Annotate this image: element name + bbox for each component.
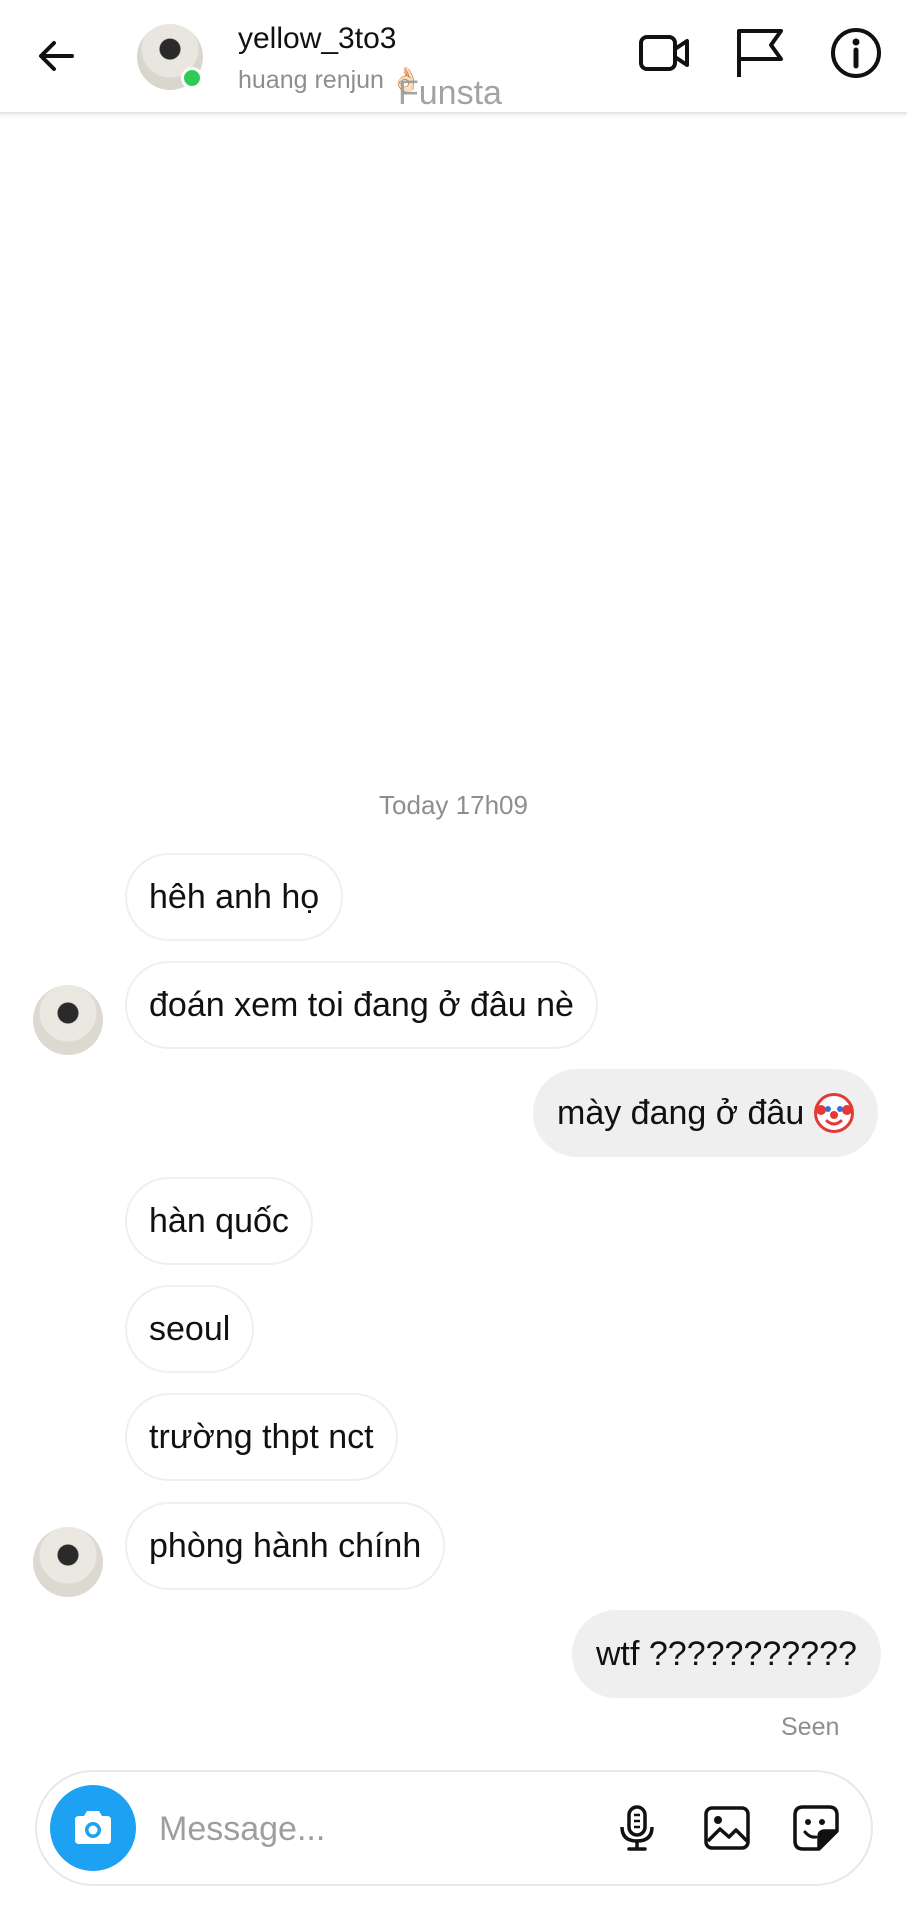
voice-message-button[interactable] bbox=[609, 1800, 665, 1856]
message-bubble-incoming[interactable]: phòng hành chính bbox=[125, 1502, 446, 1590]
message-input[interactable] bbox=[157, 1800, 491, 1858]
message-bubble-incoming[interactable]: trường thpt nct bbox=[125, 1393, 398, 1481]
message-bubble-incoming[interactable]: hàn quốc bbox=[125, 1177, 313, 1265]
sender-avatar[interactable] bbox=[33, 1527, 103, 1597]
message-text: seoul bbox=[149, 1309, 231, 1348]
video-call-icon bbox=[639, 35, 689, 71]
message-bubble-incoming[interactable]: hêh anh họ bbox=[125, 853, 344, 941]
message-text: hêh anh họ bbox=[149, 877, 320, 916]
report-button[interactable] bbox=[730, 24, 788, 82]
message-text: wtf ??????????? bbox=[596, 1634, 857, 1673]
gallery-button[interactable] bbox=[699, 1800, 755, 1856]
message-bubble-incoming[interactable]: seoul bbox=[125, 1285, 255, 1373]
camera-icon bbox=[75, 1811, 111, 1844]
message-text: mày đang ở đâu bbox=[557, 1093, 805, 1132]
sticker-icon bbox=[793, 1805, 839, 1851]
message-text: đoán xem toi đang ở đâu nè bbox=[149, 985, 574, 1024]
camera-button[interactable] bbox=[50, 1785, 136, 1871]
chat-header: yellow_3to3 huang renjun 👌🏻 Funsta bbox=[0, 0, 907, 114]
info-icon bbox=[831, 28, 881, 78]
gallery-icon bbox=[704, 1806, 750, 1850]
microphone-icon bbox=[620, 1805, 654, 1851]
seen-status: Seen bbox=[781, 1713, 840, 1741]
flag-icon bbox=[737, 29, 783, 77]
watermark: Funsta bbox=[398, 74, 502, 112]
message-bubble-outgoing[interactable]: wtf ??????????? bbox=[572, 1610, 881, 1698]
message-text: hàn quốc bbox=[149, 1201, 289, 1240]
info-button[interactable] bbox=[827, 24, 885, 82]
conversation-timestamp: Today 17h09 bbox=[379, 790, 528, 820]
chat-username[interactable]: yellow_3to3 bbox=[238, 22, 396, 56]
back-button[interactable] bbox=[28, 28, 84, 84]
message-composer bbox=[35, 1770, 873, 1886]
sender-avatar[interactable] bbox=[33, 985, 103, 1055]
online-status-dot bbox=[181, 67, 203, 89]
clown-emoji-icon bbox=[814, 1093, 855, 1133]
chat-subtitle: huang renjun 👌🏻 bbox=[238, 66, 423, 94]
video-call-button[interactable] bbox=[636, 24, 694, 82]
message-text: phòng hành chính bbox=[149, 1526, 422, 1565]
message-text: trường thpt nct bbox=[149, 1417, 374, 1456]
sticker-button[interactable] bbox=[788, 1800, 844, 1856]
message-bubble-outgoing[interactable]: mày đang ở đâu bbox=[533, 1069, 879, 1157]
back-arrow-icon bbox=[39, 41, 74, 71]
message-bubble-incoming[interactable]: đoán xem toi đang ở đâu nè bbox=[125, 961, 598, 1049]
